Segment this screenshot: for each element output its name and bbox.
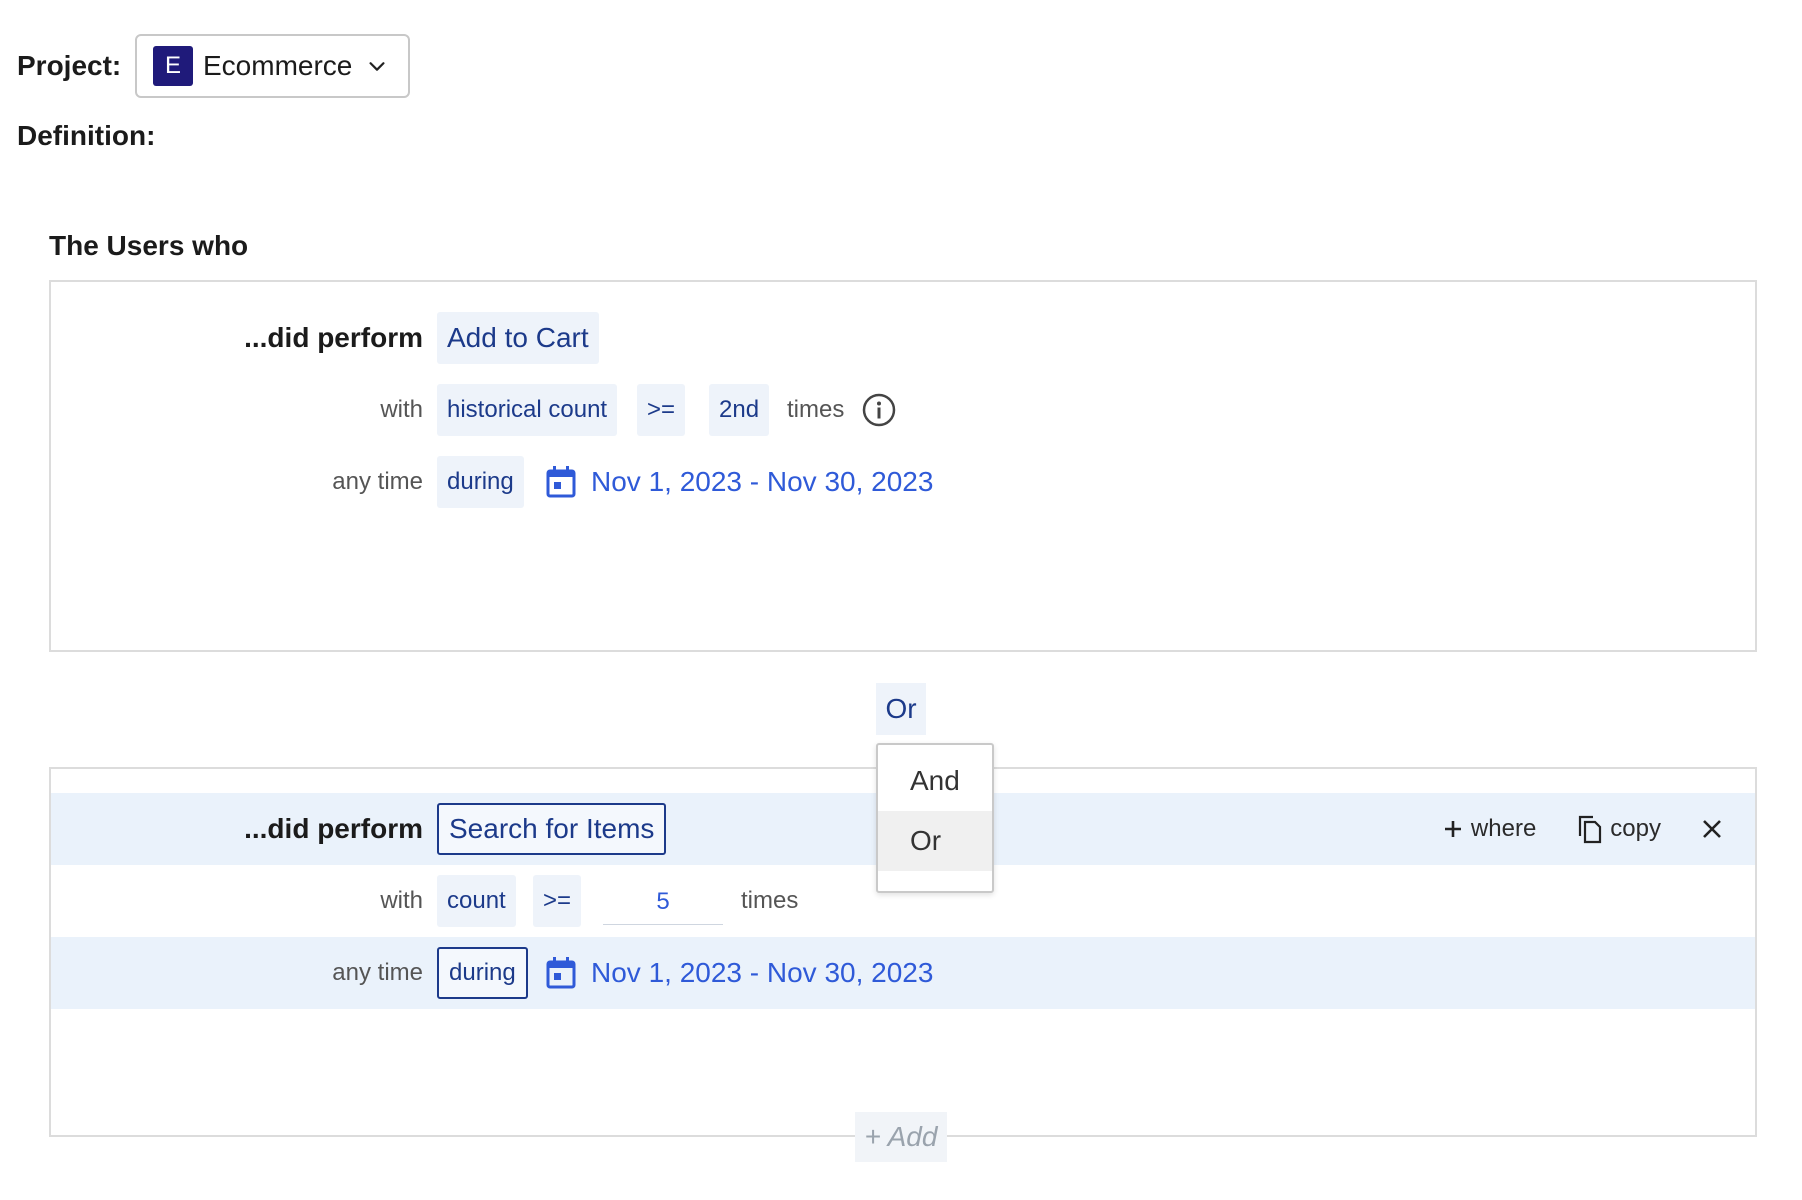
metric-selector[interactable]: historical count — [437, 384, 618, 436]
time-operator-selector[interactable]: during — [437, 947, 528, 999]
calendar-icon — [546, 957, 576, 989]
project-label: Project: — [17, 50, 122, 81]
project-dropdown[interactable]: E Ecommerce — [135, 34, 410, 98]
users-who-label: The Users who — [49, 230, 249, 261]
did-perform-label: ...did perform — [244, 813, 423, 844]
logic-operator-dropdown: And Or — [876, 743, 994, 893]
dropdown-option-and[interactable]: And — [878, 751, 992, 811]
did-perform-label: ...did perform — [244, 322, 423, 353]
times-label: times — [787, 396, 845, 423]
metric-selector[interactable]: count — [437, 875, 516, 927]
any-time-label: any time — [332, 959, 423, 986]
condition-1-perform-row: ...did perform Add to Cart — [51, 302, 1755, 374]
info-icon[interactable] — [861, 392, 897, 428]
copy-button[interactable]: copy — [1576, 814, 1661, 844]
condition-2-time-row: any time during Nov 1, 2023 - Nov 30, 20… — [51, 937, 1755, 1009]
logic-operator-button[interactable]: Or — [876, 683, 926, 735]
ordinal-selector[interactable]: 2nd — [709, 384, 770, 436]
condition-block-1: ...did perform Add to Cart with historic… — [49, 280, 1757, 652]
copy-icon — [1579, 815, 1602, 844]
add-condition-button[interactable]: + Add — [855, 1112, 947, 1162]
date-range-picker[interactable]: Nov 1, 2023 - Nov 30, 2023 — [545, 945, 933, 1001]
condition-1-time-row: any time during Nov 1, 2023 - Nov 30, 20… — [51, 446, 1755, 518]
copy-label: copy — [1610, 815, 1661, 842]
times-label: times — [741, 887, 799, 914]
remove-condition-button[interactable] — [1701, 818, 1731, 840]
event-selector[interactable]: Add to Cart — [437, 312, 599, 364]
date-range-text: Nov 1, 2023 - Nov 30, 2023 — [591, 466, 934, 497]
time-operator-selector[interactable]: during — [437, 456, 524, 508]
plus-icon — [1444, 821, 1461, 837]
project-avatar: E — [153, 46, 193, 86]
calendar-icon — [546, 466, 576, 498]
project-name: Ecommerce — [203, 50, 353, 81]
count-input[interactable] — [603, 879, 723, 925]
close-icon — [1703, 820, 1721, 838]
dropdown-option-or[interactable]: Or — [878, 811, 992, 871]
operator-selector[interactable]: >= — [637, 384, 686, 436]
date-range-picker[interactable]: Nov 1, 2023 - Nov 30, 2023 — [545, 454, 933, 510]
where-label: where — [1470, 815, 1537, 842]
event-selector[interactable]: Search for Items — [437, 803, 667, 855]
add-where-button[interactable]: where — [1443, 815, 1536, 843]
with-label: with — [380, 887, 423, 914]
row-actions: where copy — [1403, 793, 1731, 865]
project-row: Project: — [17, 34, 121, 98]
date-range-text: Nov 1, 2023 - Nov 30, 2023 — [591, 957, 934, 988]
operator-selector[interactable]: >= — [533, 875, 582, 927]
definition-label: Definition: — [17, 120, 156, 151]
with-label: with — [380, 396, 423, 423]
any-time-label: any time — [332, 468, 423, 495]
condition-1-with-row: with historical count >= 2nd times — [51, 374, 1755, 446]
chevron-down-icon — [369, 62, 385, 71]
